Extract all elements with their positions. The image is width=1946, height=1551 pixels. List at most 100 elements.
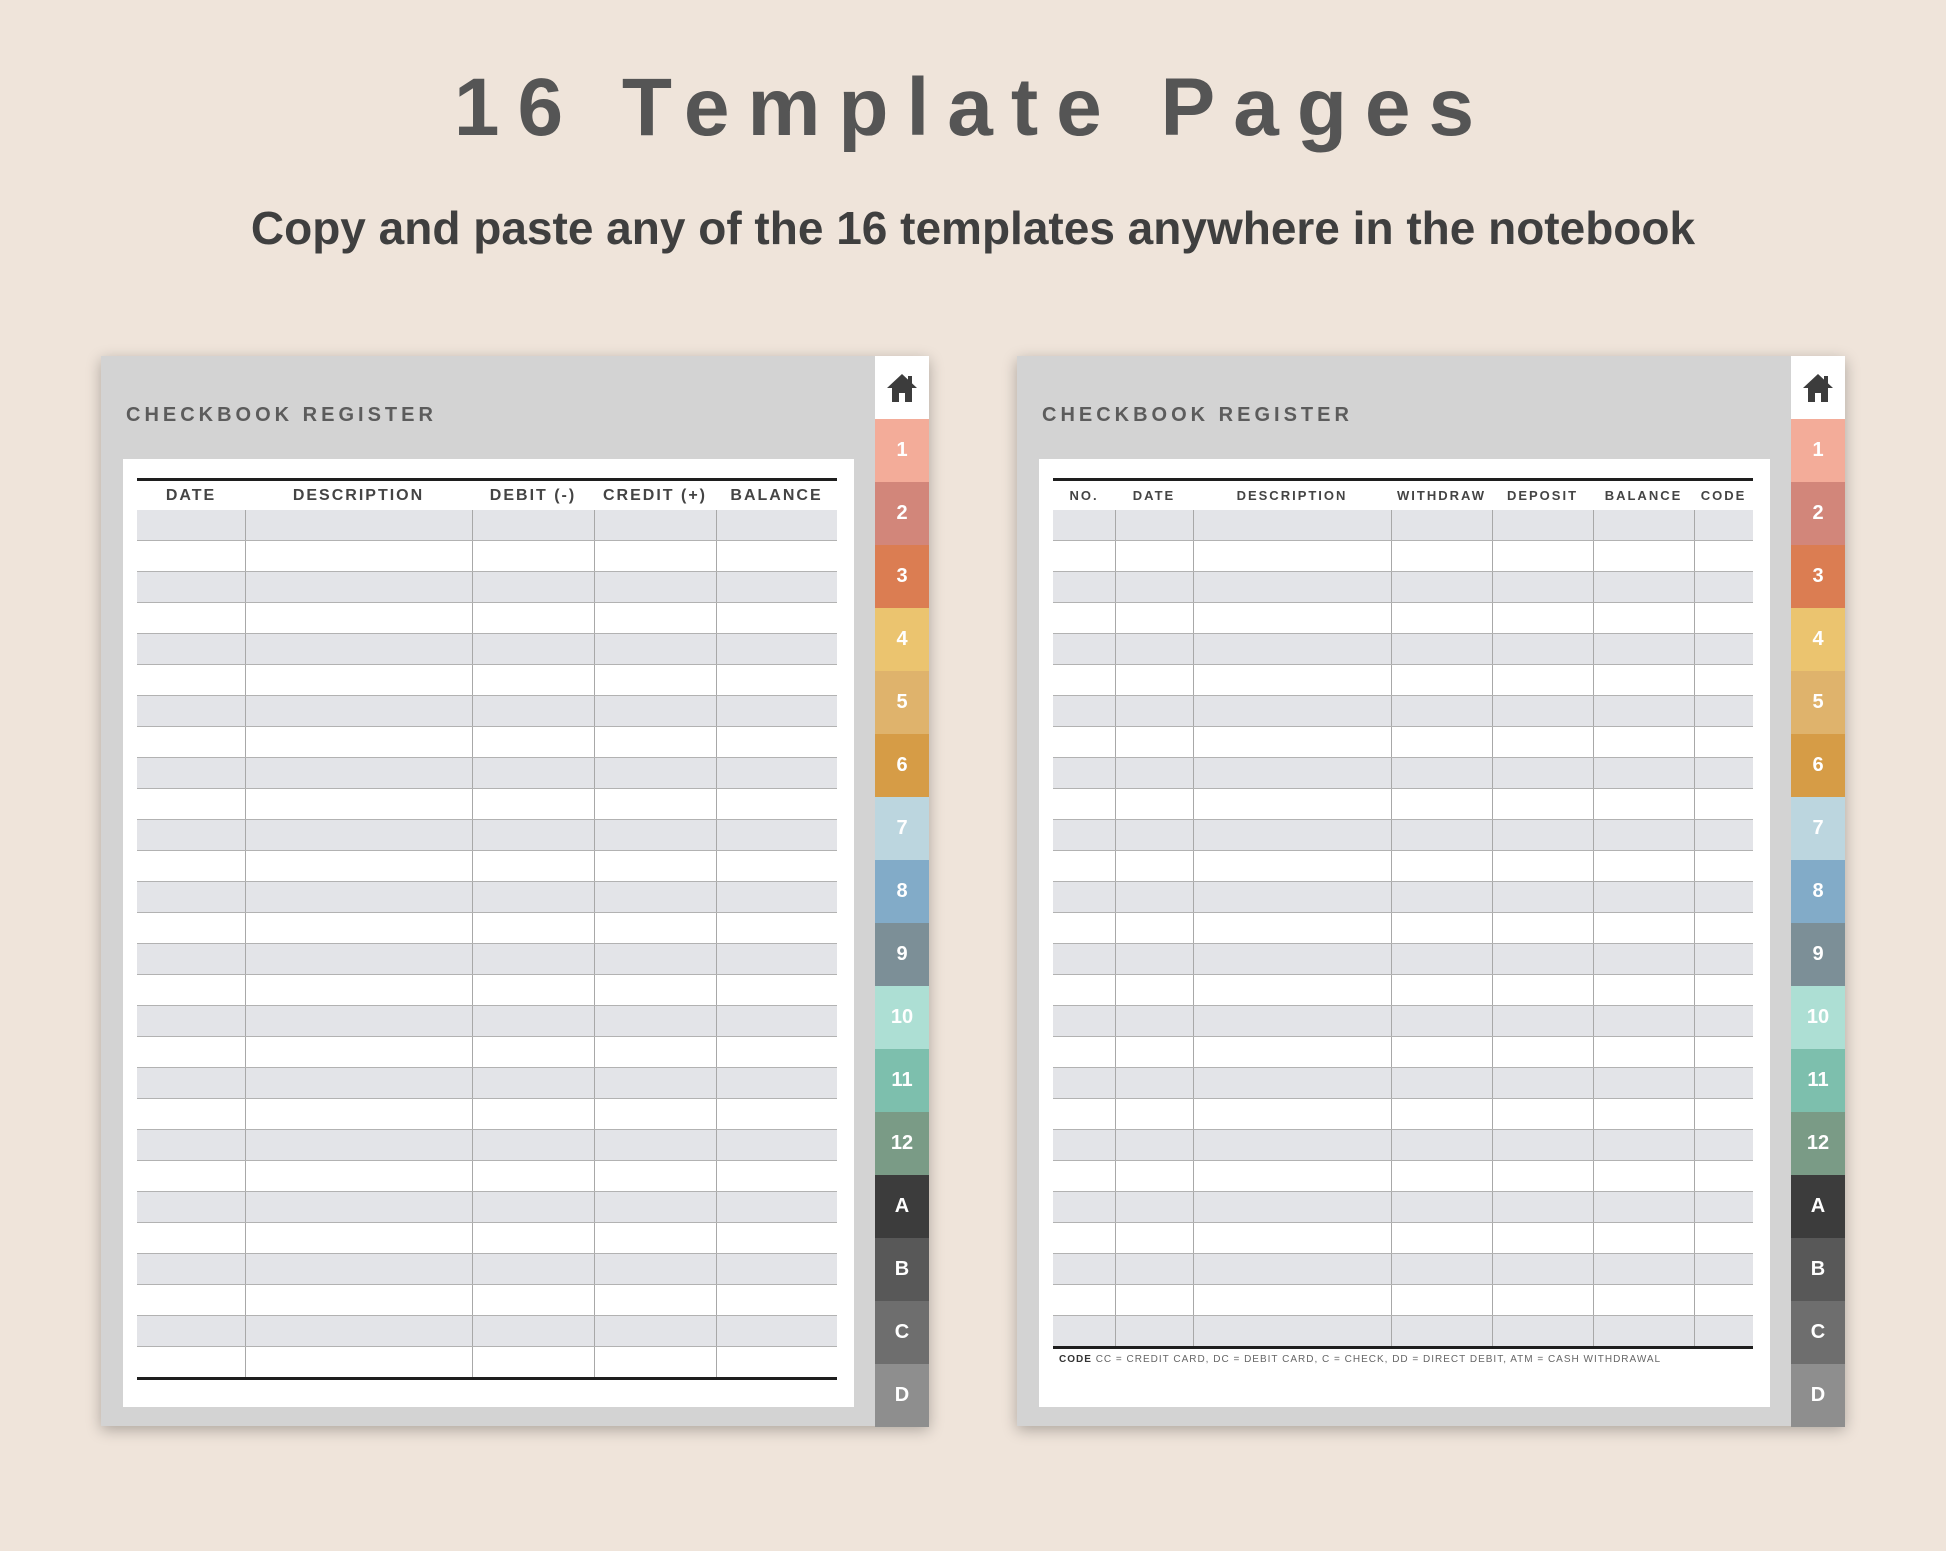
table-cell[interactable]	[1592, 540, 1694, 572]
table-cell[interactable]	[471, 819, 594, 851]
table-cell[interactable]	[1053, 1160, 1115, 1192]
tab-5[interactable]: 5	[875, 671, 929, 734]
table-cell[interactable]	[137, 695, 245, 727]
table-cell[interactable]	[1390, 881, 1492, 913]
table-cell[interactable]	[1693, 1067, 1753, 1099]
table-cell[interactable]	[1693, 974, 1753, 1006]
table-cell[interactable]	[1192, 757, 1391, 789]
tab-10[interactable]: 10	[1791, 986, 1845, 1049]
table-cell[interactable]	[471, 540, 594, 572]
table-cell[interactable]	[137, 1346, 245, 1380]
table-cell[interactable]	[1192, 1160, 1391, 1192]
table-cell[interactable]	[715, 757, 837, 789]
table-cell[interactable]	[1491, 1036, 1593, 1068]
table-cell[interactable]	[1491, 1160, 1593, 1192]
table-cell[interactable]	[1053, 726, 1115, 758]
table-cell[interactable]	[1693, 633, 1753, 665]
table-cell[interactable]	[1592, 1098, 1694, 1130]
table-cell[interactable]	[1491, 1222, 1593, 1254]
table-cell[interactable]	[1053, 1191, 1115, 1223]
table-cell[interactable]	[593, 510, 716, 541]
table-cell[interactable]	[471, 510, 594, 541]
table-cell[interactable]	[1693, 1098, 1753, 1130]
table-cell[interactable]	[715, 819, 837, 851]
table-cell[interactable]	[715, 695, 837, 727]
table-cell[interactable]	[471, 571, 594, 603]
table-cell[interactable]	[471, 1067, 594, 1099]
table-cell[interactable]	[593, 571, 716, 603]
tab-11[interactable]: 11	[1791, 1049, 1845, 1112]
table-cell[interactable]	[137, 788, 245, 820]
table-cell[interactable]	[593, 943, 716, 975]
table-cell[interactable]	[1390, 974, 1492, 1006]
table-cell[interactable]	[715, 881, 837, 913]
table-cell[interactable]	[1053, 1005, 1115, 1037]
table-cell[interactable]	[715, 1160, 837, 1192]
table-cell[interactable]	[1592, 1129, 1694, 1161]
table-cell[interactable]	[715, 1315, 837, 1347]
table-cell[interactable]	[1053, 664, 1115, 696]
table-cell[interactable]	[1192, 1005, 1391, 1037]
table-cell[interactable]	[137, 819, 245, 851]
table-cell[interactable]	[1693, 1005, 1753, 1037]
table-cell[interactable]	[244, 540, 472, 572]
table-cell[interactable]	[1114, 788, 1193, 820]
table-cell[interactable]	[137, 1222, 245, 1254]
table-cell[interactable]	[471, 1129, 594, 1161]
table-cell[interactable]	[1114, 1005, 1193, 1037]
table-cell[interactable]	[715, 1098, 837, 1130]
table-cell[interactable]	[471, 633, 594, 665]
table-cell[interactable]	[1491, 664, 1593, 696]
table-cell[interactable]	[1693, 819, 1753, 851]
table-cell[interactable]	[1114, 695, 1193, 727]
table-cell[interactable]	[1192, 788, 1391, 820]
table-cell[interactable]	[1592, 850, 1694, 882]
table-cell[interactable]	[1390, 788, 1492, 820]
table-cell[interactable]	[1592, 510, 1694, 541]
tab-12[interactable]: 12	[1791, 1112, 1845, 1175]
table-cell[interactable]	[1053, 757, 1115, 789]
tab-home[interactable]	[875, 356, 929, 419]
table-cell[interactable]	[1592, 1253, 1694, 1285]
table-cell[interactable]	[715, 571, 837, 603]
table-cell[interactable]	[1491, 726, 1593, 758]
table-cell[interactable]	[1192, 1315, 1391, 1349]
table-cell[interactable]	[715, 1191, 837, 1223]
table-cell[interactable]	[244, 664, 472, 696]
table-cell[interactable]	[1053, 602, 1115, 634]
table-cell[interactable]	[593, 1315, 716, 1347]
table-cell[interactable]	[471, 881, 594, 913]
table-cell[interactable]	[1592, 912, 1694, 944]
table-cell[interactable]	[1592, 633, 1694, 665]
table-cell[interactable]	[593, 1005, 716, 1037]
table-cell[interactable]	[1390, 1191, 1492, 1223]
table-cell[interactable]	[1693, 540, 1753, 572]
table-cell[interactable]	[1693, 1160, 1753, 1192]
table-cell[interactable]	[1192, 1067, 1391, 1099]
table-cell[interactable]	[715, 633, 837, 665]
table-cell[interactable]	[1592, 1284, 1694, 1316]
table-cell[interactable]	[1390, 571, 1492, 603]
table-cell[interactable]	[1053, 943, 1115, 975]
table-cell[interactable]	[715, 510, 837, 541]
table-cell[interactable]	[1592, 1160, 1694, 1192]
tab-2[interactable]: 2	[875, 482, 929, 545]
table-cell[interactable]	[244, 602, 472, 634]
table-cell[interactable]	[1491, 633, 1593, 665]
table-cell[interactable]	[244, 912, 472, 944]
table-cell[interactable]	[137, 912, 245, 944]
table-cell[interactable]	[1114, 1191, 1193, 1223]
table-cell[interactable]	[137, 1284, 245, 1316]
table-cell[interactable]	[244, 695, 472, 727]
table-cell[interactable]	[244, 1284, 472, 1316]
table-cell[interactable]	[593, 788, 716, 820]
table-cell[interactable]	[1053, 695, 1115, 727]
table-cell[interactable]	[715, 850, 837, 882]
table-cell[interactable]	[593, 664, 716, 696]
table-cell[interactable]	[244, 788, 472, 820]
table-cell[interactable]	[1693, 664, 1753, 696]
table-cell[interactable]	[1693, 943, 1753, 975]
table-cell[interactable]	[593, 881, 716, 913]
table-cell[interactable]	[1693, 1253, 1753, 1285]
table-cell[interactable]	[593, 1098, 716, 1130]
